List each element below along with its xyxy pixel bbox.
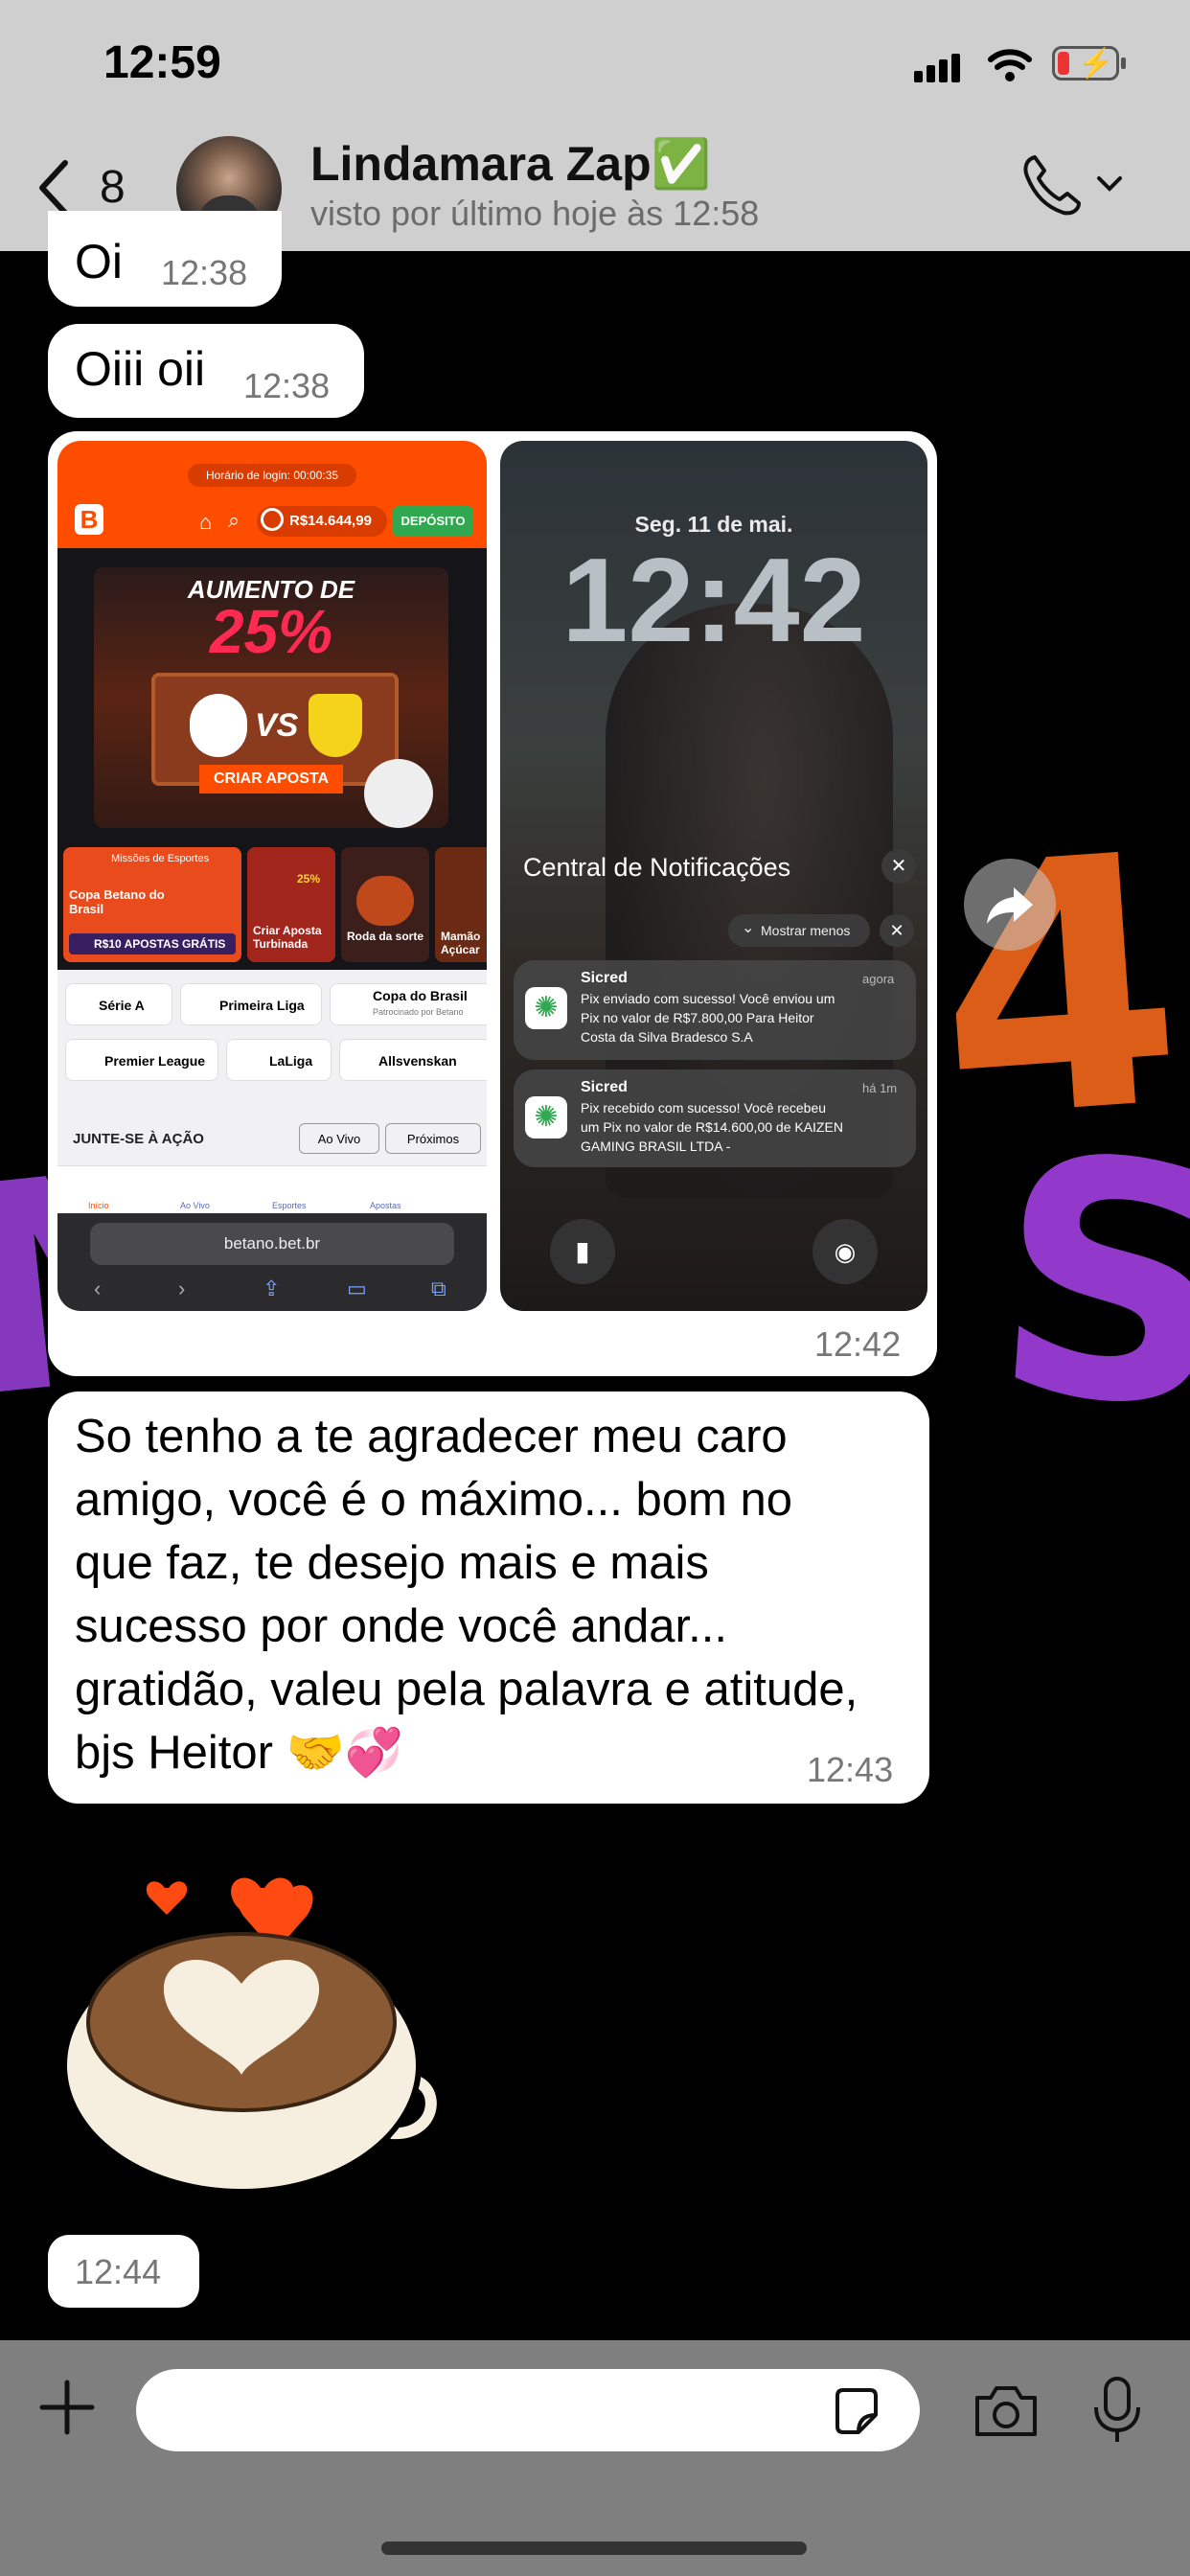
close-icon[interactable]: ✕: [881, 849, 916, 884]
sicredi-app-icon: ✺: [525, 1096, 567, 1138]
league-chip[interactable]: Série A: [65, 983, 172, 1025]
phone-icon: [1023, 155, 1081, 216]
team-badge-leeds: [309, 694, 362, 757]
sticker-icon[interactable]: [830, 2384, 883, 2438]
screenshot-lock-screen[interactable]: Seg. 11 de mai. 12:42 Central de Notific…: [500, 441, 927, 1311]
message-bubble[interactable]: Oiii oii 12:38: [48, 324, 364, 418]
message-bubble[interactable]: So tenho a te agradecer meu caro amigo, …: [48, 1392, 929, 1804]
message-time: 12:43: [807, 1750, 894, 1789]
promo-banner[interactable]: AUMENTO DE 25% VS CRIAR APOSTA: [94, 567, 448, 828]
nav-sports[interactable]: Esportes: [272, 1201, 307, 1210]
status-time: 12:59: [103, 37, 221, 88]
bookmarks-icon[interactable]: ▭: [347, 1276, 367, 1301]
betano-logo: B: [75, 504, 103, 535]
nav-bets[interactable]: Apostas: [370, 1201, 401, 1210]
camera-icon[interactable]: ◉: [812, 1219, 878, 1284]
nav-live[interactable]: Ao Vivo: [180, 1201, 210, 1210]
message-time: 12:44: [75, 2252, 162, 2291]
close-icon[interactable]: ✕: [880, 914, 914, 947]
message-text: Oi: [75, 235, 123, 288]
coffee-heart-sticker[interactable]: [50, 1840, 452, 2204]
card-boosted-bet[interactable]: 25% Criar Aposta Turbinada: [247, 847, 335, 962]
league-chip[interactable]: Allsvenskan: [339, 1039, 487, 1081]
sicredi-app-icon: ✺: [525, 987, 567, 1029]
notification-center-title: Central de Notificações: [523, 853, 791, 882]
message-text: Oiii oii: [75, 342, 206, 396]
chevron-down-icon: ⌄: [742, 920, 755, 936]
create-bet-cta[interactable]: CRIAR APOSTA: [199, 765, 343, 794]
message-time: 12:38: [243, 366, 331, 405]
call-button[interactable]: [1021, 153, 1136, 220]
message-input[interactable]: [136, 2369, 920, 2451]
app-bottom-nav: Início Ao Vivo Esportes Apostas: [57, 1165, 487, 1214]
message-time: 12:38: [161, 253, 248, 292]
login-timer: Horário de login: 00:00:35: [188, 464, 356, 487]
gift-icon[interactable]: ⌂: [199, 510, 212, 535]
browser-toolbar: ‹ › ⇪ ▭ ⧉: [57, 1276, 487, 1305]
screenshot-betting-app[interactable]: Horário de login: 00:00:35 B ⌂ ⌕ R$14.64…: [57, 441, 487, 1311]
notification-card[interactable]: ✺ Sicred há 1m Pix recebido com sucesso!…: [514, 1070, 916, 1167]
card-missions[interactable]: Missões de Esportes Copa Betano do Brasi…: [63, 847, 241, 962]
share-icon[interactable]: ⇪: [263, 1276, 280, 1301]
next-filter-button[interactable]: Próximos: [385, 1123, 481, 1154]
live-filter-button[interactable]: Ao Vivo: [299, 1123, 379, 1154]
signal-icon: [914, 54, 966, 82]
card-lucky-wheel[interactable]: Roda da sorte: [341, 847, 429, 962]
sticker-time-pill: 12:44: [48, 2235, 199, 2308]
plus-icon[interactable]: [38, 2379, 96, 2436]
nav-home[interactable]: Início: [88, 1201, 109, 1210]
notification-card[interactable]: ✺ Sicred agora Pix enviado com sucesso! …: [514, 960, 916, 1060]
back-arrow-icon[interactable]: ‹: [94, 1276, 101, 1301]
contact-name[interactable]: Lindamara Zap✅: [310, 136, 711, 193]
microphone-icon[interactable]: [1092, 2375, 1142, 2446]
card-mamao[interactable]: Mamão Açúcar: [435, 847, 487, 962]
unread-count: 8: [100, 162, 126, 213]
wifi-icon: [988, 49, 1032, 81]
forward-button[interactable]: [964, 859, 1056, 951]
forward-arrow-icon[interactable]: ›: [178, 1276, 185, 1301]
camera-icon[interactable]: [972, 2382, 1041, 2440]
league-chip[interactable]: Primeira Liga: [180, 983, 322, 1025]
composer-bar: [0, 2340, 1190, 2576]
message-time: 12:42: [814, 1324, 902, 1364]
deposit-button[interactable]: DEPÓSITO: [393, 506, 473, 537]
lock-clock: 12:42: [561, 535, 866, 667]
league-chip[interactable]: LaLiga: [226, 1039, 332, 1081]
message-bubble[interactable]: Oi 12:38: [48, 211, 282, 307]
battery-icon: ⚡: [1052, 46, 1126, 80]
chevron-left-icon: [39, 160, 68, 216]
last-seen: visto por último hoje às 12:58: [310, 194, 760, 233]
search-icon[interactable]: ⌕: [228, 508, 240, 533]
message-text: So tenho a te agradecer meu caro amigo, …: [75, 1411, 858, 1779]
home-indicator: [381, 2542, 807, 2555]
team-badge-tottenham: [190, 694, 247, 757]
football-icon: [364, 759, 433, 828]
tabs-icon[interactable]: ⧉: [431, 1276, 446, 1301]
user-icon: [261, 508, 284, 531]
league-chip[interactable]: Copa do Brasil Patrocinado por Betano: [330, 983, 487, 1025]
section-title: JUNTE-SE À AÇÃO: [73, 1131, 204, 1147]
flashlight-icon[interactable]: ▮: [550, 1219, 615, 1284]
share-arrow-icon: [987, 887, 1033, 924]
league-chip[interactable]: Premier League: [65, 1039, 218, 1081]
image-message[interactable]: Horário de login: 00:00:35 B ⌂ ⌕ R$14.64…: [48, 431, 937, 1376]
url-bar[interactable]: betano.bet.br: [90, 1223, 454, 1265]
chevron-down-icon: [1097, 176, 1122, 192]
